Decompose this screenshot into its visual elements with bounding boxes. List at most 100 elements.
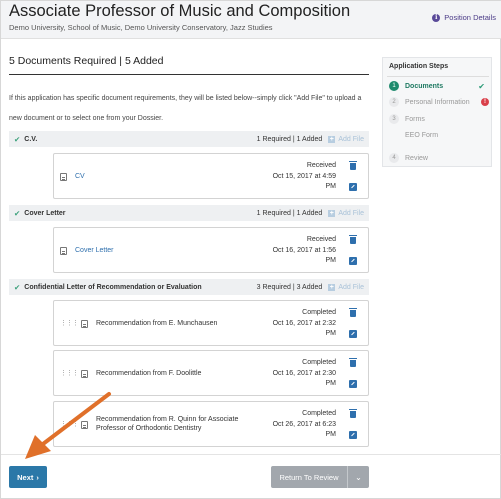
step-number: 4: [389, 153, 399, 163]
status-label: Completed: [302, 309, 336, 316]
page-subtitle: Demo University, School of Music, Demo U…: [9, 23, 273, 32]
section-header-cover-letter: ✔ Cover Letter 1 Required | 1 Added + Ad…: [9, 205, 369, 221]
trash-icon[interactable]: [349, 161, 357, 170]
page-title: Associate Professor of Music and Composi…: [9, 2, 351, 20]
edit-icon[interactable]: [349, 183, 357, 191]
add-file-button[interactable]: + Add File: [328, 209, 364, 217]
document-status: Completed Oct 26, 2017 at 6:23 PM: [246, 409, 336, 441]
chevron-down-icon[interactable]: ⌄: [348, 473, 369, 482]
section-counts: 1 Required | 1 Added: [256, 135, 323, 143]
status-date: Oct 26, 2017 at 6:23: [272, 420, 336, 428]
drag-handle-icon[interactable]: ⋮⋮⋮: [60, 369, 79, 377]
check-circle-icon: ✔: [14, 282, 21, 292]
section-title: Confidential Letter of Recommendation or…: [24, 283, 202, 291]
intro-text: If this application has specific documen…: [9, 95, 362, 122]
page-header: Associate Professor of Music and Composi…: [1, 1, 501, 39]
step-label: Forms: [405, 115, 425, 123]
file-icon: [60, 247, 67, 255]
status-label: Received: [306, 236, 336, 243]
status-date: Oct 16, 2017 at 1:56: [272, 246, 336, 254]
plus-square-icon: +: [328, 135, 336, 143]
add-file-button[interactable]: + Add File: [328, 283, 364, 291]
status-time: PM: [325, 431, 337, 438]
steps-title: Application Steps: [389, 63, 449, 70]
step-label: Personal Information: [405, 98, 470, 106]
document-card: ⋮⋮⋮ Recommendation from F. Doolittle Com…: [53, 350, 369, 396]
position-details-link[interactable]: i Position Details: [432, 13, 496, 22]
step-review[interactable]: 4 Review: [389, 153, 489, 163]
status-date: Oct 16, 2017 at 2:32: [272, 319, 336, 327]
add-file-label: Add File: [338, 283, 364, 291]
add-file-button[interactable]: + Add File: [328, 135, 364, 143]
status-label: Completed: [302, 359, 336, 366]
document-status: Completed Oct 16, 2017 at 2:30 PM: [246, 358, 336, 390]
section-counts: 1 Required | 1 Added: [256, 209, 323, 217]
check-circle-icon: ✔: [478, 81, 485, 91]
trash-icon[interactable]: [349, 235, 357, 244]
section-title: C.V.: [24, 135, 38, 143]
add-file-label: Add File: [338, 135, 364, 143]
step-number: 3: [389, 114, 399, 124]
check-circle-icon: ✔: [14, 134, 21, 144]
next-button[interactable]: Next ›: [9, 466, 47, 488]
application-window: Associate Professor of Music and Composi…: [0, 0, 501, 499]
section-header-cv: ✔ C.V. 1 Required | 1 Added + Add File: [9, 131, 369, 147]
step-number: 1: [389, 81, 399, 91]
status-time: PM: [325, 330, 337, 337]
divider: [1, 454, 501, 455]
error-icon: !: [481, 98, 489, 106]
drag-handle-icon[interactable]: ⋮⋮⋮: [60, 420, 79, 428]
edit-icon[interactable]: [349, 431, 357, 439]
divider: [9, 74, 369, 75]
status-date: Oct 15, 2017 at 4:59: [272, 172, 336, 180]
plus-square-icon: +: [328, 209, 336, 217]
document-card: Cover Letter Received Oct 16, 2017 at 1:…: [53, 227, 369, 273]
step-eeo-form[interactable]: EEO Form: [405, 132, 438, 139]
return-to-review-label: Return To Review: [279, 472, 339, 482]
trash-icon[interactable]: [349, 358, 357, 367]
section-header-recommendations: ✔ Confidential Letter of Recommendation …: [9, 279, 369, 295]
document-status: Completed Oct 16, 2017 at 2:32 PM: [246, 308, 336, 340]
trash-icon[interactable]: [349, 308, 357, 317]
file-icon: [81, 421, 88, 429]
status-time: PM: [325, 183, 337, 190]
status-time: PM: [325, 380, 337, 387]
divider: [387, 76, 489, 77]
plus-square-icon: +: [328, 283, 336, 291]
document-card: CV Received Oct 15, 2017 at 4:59 PM: [53, 153, 369, 199]
next-label: Next: [17, 472, 34, 482]
file-icon: [81, 320, 88, 328]
document-name: Recommendation from E. Munchausen: [96, 320, 218, 327]
application-steps-panel: Application Steps 1 Documents ✔ 2 Person…: [382, 57, 492, 167]
drag-handle-icon[interactable]: ⋮⋮⋮: [60, 319, 79, 327]
edit-icon[interactable]: [349, 380, 357, 388]
document-link-cv[interactable]: CV: [75, 172, 85, 181]
file-icon: [81, 370, 88, 378]
document-card: ⋮⋮⋮ Recommendation from R. Quinn for Ass…: [53, 401, 369, 447]
file-icon: [60, 173, 67, 181]
return-to-review-button[interactable]: Return To Review ⌄: [271, 466, 369, 488]
check-circle-icon: ✔: [14, 208, 21, 218]
status-label: Completed: [302, 410, 336, 417]
position-details-label: Position Details: [444, 13, 496, 22]
step-personal-information[interactable]: 2 Personal Information !: [389, 97, 489, 107]
chevron-right-icon: ›: [36, 472, 39, 482]
section-title: Cover Letter: [24, 209, 66, 217]
document-name: Recommendation from F. Doolittle: [96, 370, 202, 377]
documents-summary-title: 5 Documents Required | 5 Added: [9, 55, 164, 67]
document-status: Received Oct 16, 2017 at 1:56 PM: [246, 235, 336, 267]
step-forms[interactable]: 3 Forms: [389, 114, 489, 124]
edit-icon[interactable]: [349, 257, 357, 265]
add-file-label: Add File: [338, 209, 364, 217]
trash-icon[interactable]: [349, 409, 357, 418]
document-status: Received Oct 15, 2017 at 4:59 PM: [246, 161, 336, 193]
step-label: Review: [405, 154, 428, 162]
status-date: Oct 16, 2017 at 2:30: [272, 369, 336, 377]
edit-icon[interactable]: [349, 330, 357, 338]
status-time: PM: [325, 257, 337, 264]
step-label: Documents: [405, 82, 444, 90]
document-card: ⋮⋮⋮ Recommendation from E. Munchausen Co…: [53, 300, 369, 346]
document-link-cover-letter[interactable]: Cover Letter: [75, 246, 114, 255]
status-label: Received: [306, 162, 336, 169]
step-documents[interactable]: 1 Documents ✔: [389, 81, 489, 91]
